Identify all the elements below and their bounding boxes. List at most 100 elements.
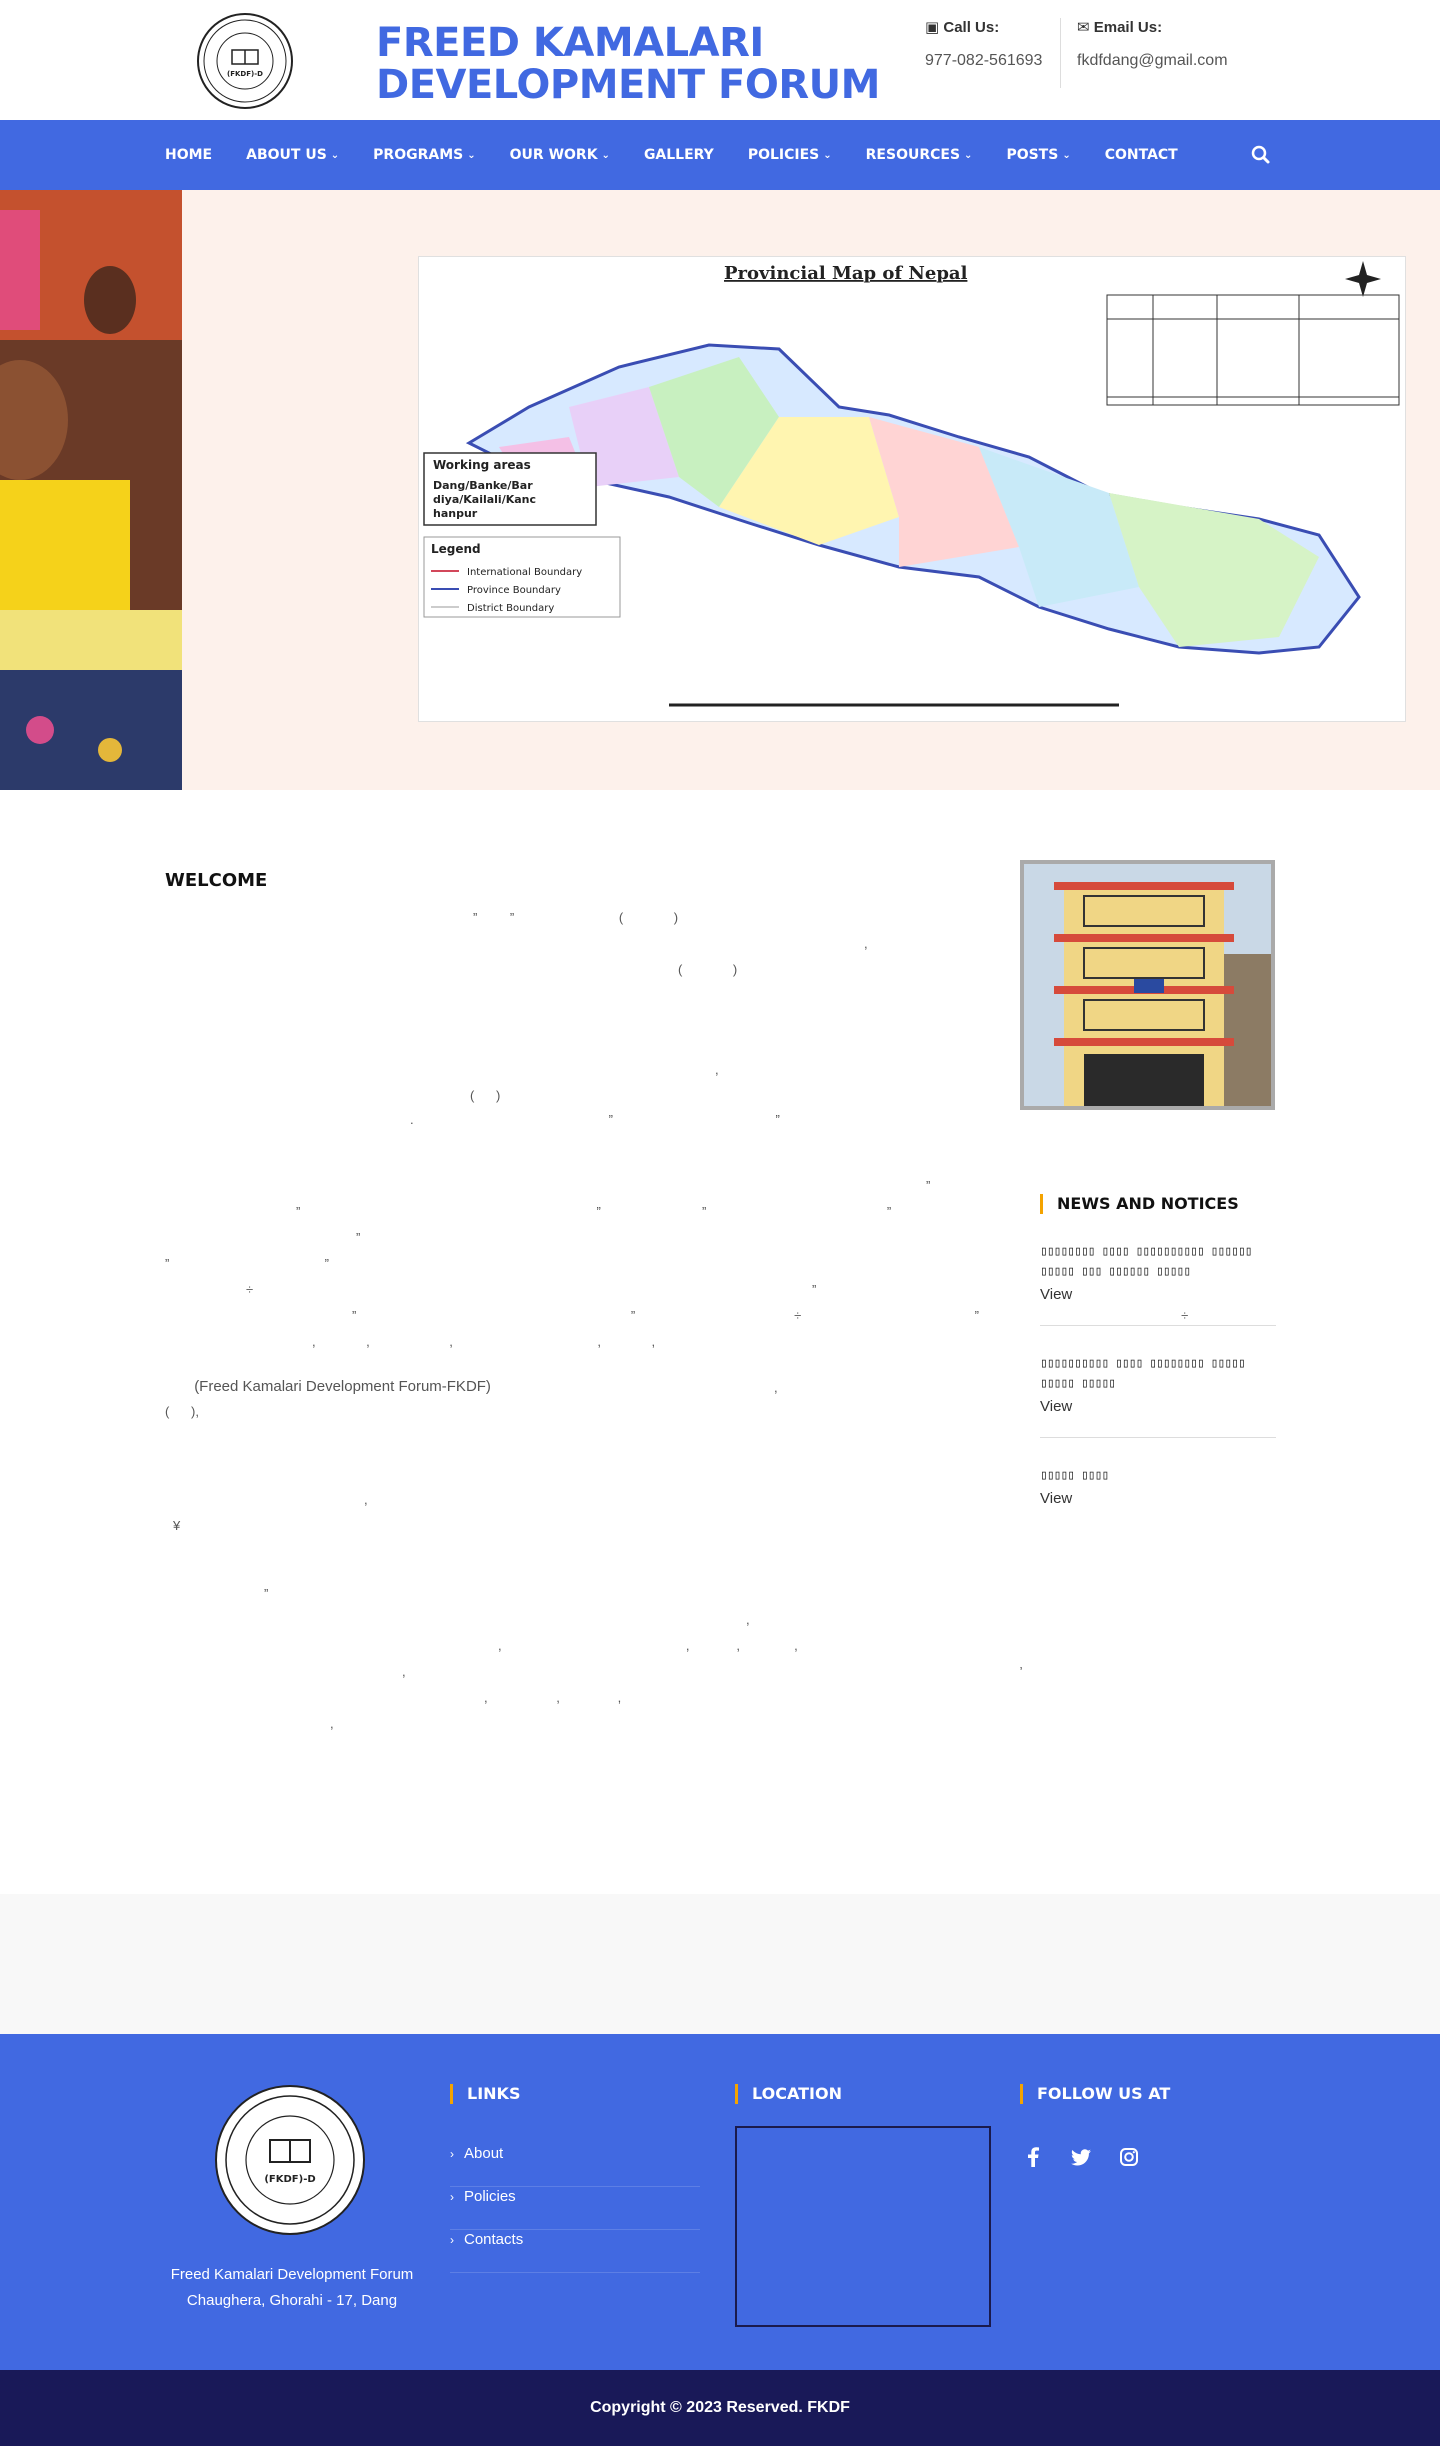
news-item: ▯▯▯▯▯ ▯▯▯▯ View (1040, 1466, 1276, 1529)
nepali-text-line: , (364, 1492, 368, 1507)
nav-item-about-us[interactable]: ABOUT US ⌄ (246, 147, 339, 163)
twitter-icon[interactable] (1068, 2144, 1094, 2170)
facebook-icon[interactable] (1020, 2144, 1046, 2170)
chevron-right-icon: › (450, 2147, 454, 2161)
nepali-text-line: , (774, 1380, 778, 1395)
chevron-down-icon: ⌄ (601, 149, 610, 161)
nepali-text-line: , (864, 936, 868, 951)
footer-location-line: Chaughera, Ghorahi - 17, Dang (186, 2292, 398, 2309)
footer-location-column: LOCATION (735, 2084, 991, 2327)
news-view-link[interactable]: View (1040, 1398, 1276, 1415)
svg-text:International Boundary: International Boundary (467, 567, 582, 578)
nepali-text-line: , (715, 1062, 719, 1077)
site-footer: (FKDF)-D Freed Kamalari Development Foru… (0, 2034, 1440, 2370)
chevron-down-icon: ⌄ (1062, 149, 1071, 161)
footer-link-label: Policies (464, 2188, 516, 2205)
nepali-text-line: ( ) (678, 962, 738, 977)
nepali-text-line: ( ) (470, 1088, 501, 1103)
footer-social-column: FOLLOW US AT (1020, 2084, 1170, 2170)
search-icon[interactable] (1250, 144, 1272, 166)
copyright-text: Copyright © 2023 Reserved. FKDF (590, 2399, 850, 2416)
footer-location-heading: LOCATION (735, 2084, 991, 2104)
nav-item-label: CONTACT (1104, 147, 1178, 163)
footer-link-contacts[interactable]: › Contacts (450, 2230, 700, 2273)
call-us-block: ▣ Call Us: 977-082-561693 (925, 18, 1042, 70)
news-view-link[interactable]: View (1040, 1490, 1276, 1507)
nav-item-label: PROGRAMS (373, 147, 464, 163)
phone-icon: ▣ (925, 19, 940, 36)
nav-item-home[interactable]: HOME (165, 147, 212, 163)
news-and-notices: NEWS AND NOTICES ▯▯▯▯▯▯▯▯ ▯▯▯▯ ▯▯▯▯▯▯▯▯▯… (1040, 1194, 1276, 1529)
brand-title[interactable]: FREED KAMALARI DEVELOPMENT FORUM (376, 22, 880, 106)
nav-item-policies[interactable]: POLICIES ⌄ (748, 147, 832, 163)
nav-item-resources[interactable]: RESOURCES ⌄ (866, 147, 973, 163)
svg-text:Legend: Legend (431, 542, 481, 556)
nepali-text-line: ” (264, 1586, 269, 1601)
call-us-number[interactable]: 977-082-561693 (925, 52, 1042, 70)
news-view-link[interactable]: View (1040, 1286, 1276, 1303)
brand-title-line1: FREED KAMALARI (376, 20, 764, 66)
nav-item-label: OUR WORK (509, 147, 598, 163)
nav-item-our-work[interactable]: OUR WORK ⌄ (510, 147, 610, 163)
nepali-text-line: , , , , , (312, 1334, 656, 1349)
map-title: Provincial Map of Nepal (724, 263, 968, 284)
location-map-embed[interactable] (735, 2126, 991, 2327)
fkdf-english-name: (Freed Kamalari Development Forum-FKDF) (194, 1378, 491, 1395)
svg-text:Province Boundary: Province Boundary (467, 585, 561, 596)
nepali-text-line: ” ” (165, 1256, 329, 1271)
footer-link-about[interactable]: › About (450, 2144, 700, 2187)
news-item: ▯▯▯▯▯▯▯▯▯▯ ▯▯▯▯ ▯▯▯▯▯▯▯▯ ▯▯▯▯▯ ▯▯▯▯▯ ▯▯▯… (1040, 1354, 1276, 1438)
nepali-text-line: , (330, 1716, 334, 1731)
nav-item-label: RESOURCES (865, 147, 961, 163)
email-address[interactable]: fkdfdang@gmail.com (1077, 52, 1228, 70)
nav-item-label: ABOUT US (246, 147, 327, 163)
welcome-heading: WELCOME (165, 870, 268, 891)
nav-menu: HOME ABOUT US ⌄ PROGRAMS ⌄ OUR WORK ⌄ GALLERY PO… (165, 120, 1212, 190)
news-heading: NEWS AND NOTICES (1040, 1194, 1276, 1214)
chevron-right-icon: › (450, 2233, 454, 2247)
news-item-title[interactable]: ▯▯▯▯▯▯▯▯▯▯ ▯▯▯▯ ▯▯▯▯▯▯▯▯ ▯▯▯▯▯ ▯▯▯▯▯ ▯▯▯… (1040, 1354, 1276, 1394)
nepali-text-line: ÷ (246, 1282, 254, 1297)
footer-link-label: Contacts (464, 2231, 524, 2248)
news-item-title[interactable]: ▯▯▯▯▯ ▯▯▯▯ (1040, 1466, 1276, 1486)
nepali-text-line: , ’ (402, 1664, 1023, 1679)
nepali-text-line: , , , , (498, 1638, 798, 1653)
footer-logo[interactable]: (FKDF)-D (214, 2084, 366, 2236)
footer-address: Freed Kamalari Development Forum Chaughe… (160, 2262, 424, 2314)
news-item-title[interactable]: ▯▯▯▯▯▯▯▯ ▯▯▯▯ ▯▯▯▯▯▯▯▯▯▯ ▯▯▯▯▯▯ ▯▯▯▯▯ ▯▯… (1040, 1242, 1276, 1282)
fkdf-intro-line: (Freed Kamalari Development Forum-FKDF) (165, 1374, 491, 1400)
welcome-section: WELCOME ” ” ( ) , ( ) , ( ) . ” ” ” ” ” … (0, 790, 1440, 1894)
hero-side-photo (0, 190, 182, 790)
email-us-label: Email Us: (1093, 19, 1163, 36)
nepali-text-line: , (746, 1612, 750, 1627)
news-item: ▯▯▯▯▯▯▯▯ ▯▯▯▯ ▯▯▯▯▯▯▯▯▯▯ ▯▯▯▯▯▯ ▯▯▯▯▯ ▯▯… (1040, 1242, 1276, 1326)
svg-text:Dang/Banke/Bar: Dang/Banke/Bar (433, 479, 533, 492)
nav-item-posts[interactable]: POSTS ⌄ (1006, 147, 1070, 163)
call-us-label: Call Us: (943, 19, 1000, 36)
email-us-block: ✉ Email Us: fkdfdang@gmail.com (1060, 18, 1228, 88)
footer-link-label: About (464, 2145, 504, 2162)
footer-links-heading: LINKS (450, 2084, 700, 2104)
site-logo[interactable]: (FKDF)-D (196, 12, 294, 110)
hero-slider: Provincial Map of Nepal Working areas Da… (0, 190, 1440, 790)
nepali-text-line: . ” ” (410, 1112, 780, 1127)
nepali-text-line: ” (926, 1178, 931, 1193)
nav-item-label: GALLERY (643, 147, 714, 163)
copyright-bar: Copyright © 2023 Reserved. FKDF (0, 2370, 1440, 2446)
chevron-down-icon: ⌄ (964, 149, 973, 161)
nepali-text-line: , , , (484, 1690, 622, 1705)
footer-link-policies[interactable]: › Policies (450, 2187, 700, 2230)
instagram-icon[interactable] (1116, 2144, 1142, 2170)
gray-spacer-band (0, 1894, 1440, 2034)
nepali-text-line: ” ” ” ” (296, 1204, 892, 1219)
chevron-down-icon: ⌄ (330, 149, 340, 161)
brand-title-line2: DEVELOPMENT FORUM (376, 62, 880, 108)
nav-item-gallery[interactable]: GALLERY (644, 147, 714, 163)
svg-text:(FKDF)-D: (FKDF)-D (264, 2174, 315, 2185)
nepali-text-line: ” (812, 1282, 817, 1297)
chevron-down-icon: ⌄ (467, 149, 476, 161)
site-header: (FKDF)-D FREED KAMALARI DEVELOPMENT FORU… (0, 0, 1440, 120)
nav-item-contact[interactable]: CONTACT (1105, 147, 1178, 163)
chevron-right-icon: › (450, 2190, 454, 2204)
nav-item-programs[interactable]: PROGRAMS ⌄ (373, 147, 475, 163)
